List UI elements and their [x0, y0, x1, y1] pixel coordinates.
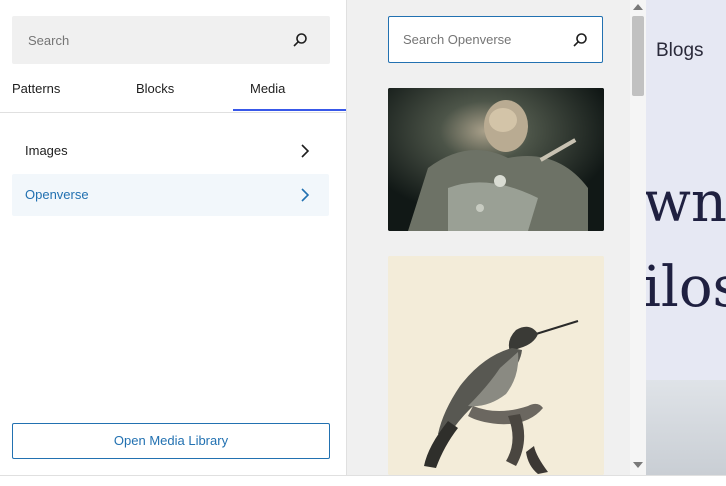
media-category-images[interactable]: Images [12, 130, 329, 172]
openverse-image-astronaut[interactable] [388, 88, 604, 231]
canvas-background-image [646, 380, 726, 475]
search-icon[interactable] [572, 32, 588, 48]
chevron-right-icon [301, 188, 310, 202]
openverse-scrollbar[interactable] [630, 0, 646, 475]
openverse-search-input[interactable] [389, 17, 573, 62]
open-media-library-button[interactable]: Open Media Library [12, 423, 330, 459]
openverse-panel [347, 0, 630, 475]
canvas-nav-item[interactable]: Blogs [656, 40, 704, 62]
media-category-label: Images [25, 143, 68, 158]
openverse-image-hummingbird[interactable] [388, 256, 604, 475]
inserter-search [12, 16, 330, 64]
scrollbar-thumb[interactable] [632, 16, 644, 96]
editor-footer-bar [0, 475, 726, 486]
scroll-up-arrow-icon[interactable] [633, 4, 643, 10]
chevron-right-icon [301, 144, 310, 158]
active-tab-indicator [233, 109, 346, 111]
media-category-label: Openverse [25, 187, 89, 202]
block-inserter-panel: Patterns Blocks Media Images Openverse O… [0, 0, 347, 475]
media-category-openverse[interactable]: Openverse [12, 174, 329, 216]
inserter-tabs: Patterns Blocks Media [0, 66, 346, 113]
search-icon[interactable] [292, 32, 308, 48]
tab-patterns[interactable]: Patterns [12, 66, 60, 112]
canvas-heading-fragment: wn: [646, 170, 726, 235]
openverse-search [388, 16, 603, 63]
hummingbird-illustration [388, 256, 604, 475]
astronaut-image [388, 88, 604, 231]
inserter-search-input[interactable] [12, 16, 298, 64]
tab-blocks[interactable]: Blocks [136, 66, 174, 112]
tab-media[interactable]: Media [250, 66, 285, 112]
editor-canvas: Blogs wn: ilos [646, 0, 726, 475]
scroll-down-arrow-icon[interactable] [633, 462, 643, 468]
canvas-heading-fragment: ilos [646, 255, 726, 320]
